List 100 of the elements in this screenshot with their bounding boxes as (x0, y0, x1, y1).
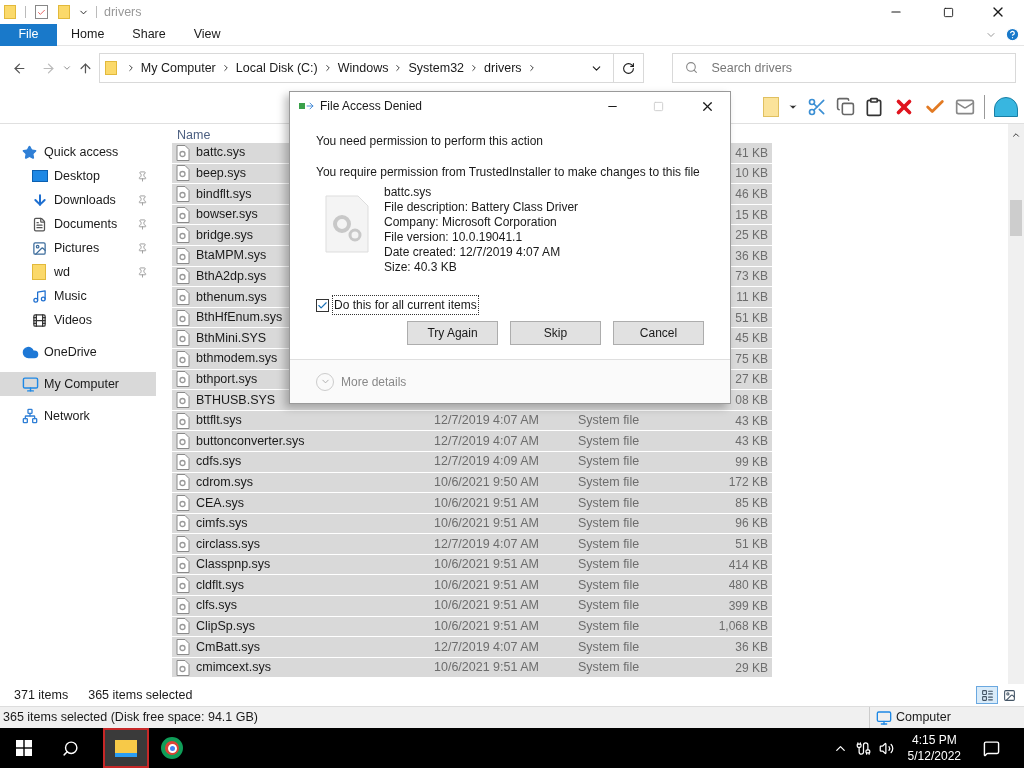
date-modified: 12/7/2019 4:09 AM (434, 454, 539, 469)
file-row[interactable]: cldflt.sys 10/6/2021 9:51 AM System file 480 KB (172, 575, 772, 597)
shell-icon[interactable] (994, 96, 1018, 117)
refresh-icon[interactable] (622, 61, 636, 75)
dialog-button[interactable]: Cancel (613, 321, 704, 345)
sidebar-item[interactable]: Network (0, 404, 156, 428)
file-name: cldflt.sys (196, 576, 244, 594)
sidebar-item[interactable]: Documents (0, 212, 156, 236)
sidebar-item[interactable]: Pictures (0, 236, 156, 260)
breadcrumb[interactable]: System32 (408, 58, 465, 78)
file-icon (176, 577, 190, 594)
file-row[interactable]: circlass.sys 12/7/2019 4:07 AM System file 51 KB (172, 534, 772, 555)
file-detail: battc.sys (384, 185, 433, 200)
file-size: 27 KB (735, 371, 768, 389)
item-count: 371 items (14, 686, 69, 704)
ribbon-tab[interactable]: View (179, 23, 235, 46)
breadcrumb[interactable]: Windows (337, 58, 389, 78)
clock[interactable]: 4:15 PM 5/12/2022 (907, 732, 961, 764)
sidebar-item[interactable]: wd (0, 260, 156, 284)
column-header[interactable]: Name (177, 125, 211, 145)
sidebar-item[interactable]: My Computer (0, 372, 156, 396)
file-size: 43 KB (735, 433, 768, 451)
file-size: 51 KB (735, 309, 768, 327)
checkbox-label[interactable]: Do this for all current items (332, 295, 479, 315)
sidebar-item[interactable]: Videos (0, 308, 156, 332)
file-name: ClipSp.sys (196, 618, 256, 636)
file-name: clfs.sys (196, 597, 237, 615)
address-bar[interactable]: My Computer Local Disk (C:) Windows System32 drivers (98, 53, 645, 83)
windows-logo-icon[interactable] (16, 740, 32, 756)
date-modified: 10/6/2021 9:51 AM (434, 660, 539, 675)
sidebar-item[interactable]: Desktop (0, 164, 156, 188)
desktop-icon (32, 170, 48, 182)
file-size: 73 KB (735, 268, 768, 286)
music-icon (32, 288, 47, 304)
file-size: 1,068 KB (718, 618, 768, 636)
up-icon[interactable] (77, 60, 93, 76)
file-size: 43 KB (735, 412, 768, 430)
file-name: BthMini.SYS (196, 329, 267, 347)
dialog-button[interactable]: Skip (510, 321, 601, 345)
file-row[interactable]: buttonconverter.sys 12/7/2019 4:07 AM System file 43 KB (172, 431, 772, 452)
sidebar-item[interactable]: OneDrive (0, 340, 156, 364)
volume-icon[interactable] (878, 740, 894, 756)
file-row[interactable]: bttflt.sys 12/7/2019 4:07 AM System file 43 KB (172, 410, 772, 432)
search-icon[interactable] (62, 739, 79, 757)
scissors-icon[interactable] (807, 96, 827, 117)
file-name: BthA2dp.sys (196, 268, 267, 285)
file-size: 29 KB (735, 659, 768, 677)
file-type: System file (578, 577, 640, 592)
copy-icon[interactable] (836, 97, 855, 116)
date-modified: 10/6/2021 9:51 AM (434, 557, 539, 572)
sidebar-item[interactable]: Downloads (0, 188, 156, 212)
file-size: 45 KB (735, 330, 768, 348)
file-row[interactable]: CmBatt.sys 12/7/2019 4:07 AM System file 36 KB (172, 637, 772, 658)
dialog-button[interactable]: Try Again (407, 321, 498, 345)
scrollbar-thumb[interactable] (1010, 200, 1022, 236)
sidebar-item[interactable]: Music (0, 284, 156, 308)
file-detail: Date created: 12/7/2019 4:07 AM (384, 245, 562, 260)
help-icon[interactable] (1005, 27, 1020, 42)
ribbon-tab[interactable]: Share (118, 23, 180, 46)
file-row[interactable]: clfs.sys 10/6/2021 9:51 AM System file 399 KB (172, 596, 772, 617)
file-size: 99 KB (735, 453, 768, 471)
breadcrumb[interactable]: drivers (484, 58, 522, 78)
date-modified: 12/7/2019 4:07 AM (434, 433, 539, 448)
file-tab[interactable]: File (0, 23, 57, 46)
file-size: 08 KB (735, 391, 768, 409)
file-row[interactable]: cmimcext.sys 10/6/2021 9:51 AM System file 29 KB (172, 657, 772, 679)
file-size: 11 KB (736, 288, 768, 306)
breadcrumb[interactable]: My Computer (140, 58, 216, 78)
file-row[interactable]: Classpnp.sys 10/6/2021 9:51 AM System file 414 KB (172, 554, 772, 576)
sidebar-item[interactable]: Quick access (0, 140, 156, 164)
file-type: System file (578, 516, 640, 531)
selected-count: 365 items selected (88, 686, 193, 704)
status-text: 365 items selected (Disk free space: 94.1 GB) (2, 709, 259, 727)
file-size: 51 KB (735, 536, 768, 554)
file-row[interactable]: cimfs.sys 10/6/2021 9:51 AM System file 96 KB (172, 513, 772, 535)
details-view-icon[interactable] (976, 686, 998, 704)
back-icon[interactable] (12, 60, 27, 76)
dialog-title: File Access Denied (320, 98, 423, 115)
scroll-up-icon[interactable] (1011, 130, 1021, 140)
ribbon-tab[interactable]: Home (57, 23, 119, 46)
checklist-icon[interactable] (35, 5, 48, 19)
file-row[interactable]: cdrom.sys 10/6/2021 9:50 AM System file 172 KB (172, 472, 772, 494)
clipboard-icon[interactable] (864, 96, 884, 117)
taskbar-app[interactable] (103, 728, 149, 768)
file-row[interactable]: cdfs.sys 12/7/2019 4:09 AM System file 99 KB (172, 451, 772, 473)
file-row[interactable]: CEA.sys 10/6/2021 9:51 AM System file 85 KB (172, 493, 772, 514)
search-field[interactable]: Search drivers (672, 53, 1016, 83)
restore-icon[interactable] (943, 6, 954, 18)
file-size: 96 KB (735, 515, 768, 533)
file-name: BtaMPM.sys (196, 247, 267, 265)
file-name: bridge.sys (196, 226, 253, 244)
file-row[interactable]: ClipSp.sys 10/6/2021 9:51 AM System file 1,068 KB (172, 616, 772, 638)
file-icon (176, 412, 190, 429)
breadcrumb[interactable]: Local Disk (C:) (235, 58, 318, 78)
notifications-icon[interactable] (983, 739, 1000, 757)
more-details-link[interactable]: More details (341, 372, 407, 391)
file-icon (176, 659, 190, 676)
file-size: 172 KB (728, 474, 768, 492)
file-type: System file (578, 536, 640, 551)
checkbox[interactable] (316, 298, 329, 312)
